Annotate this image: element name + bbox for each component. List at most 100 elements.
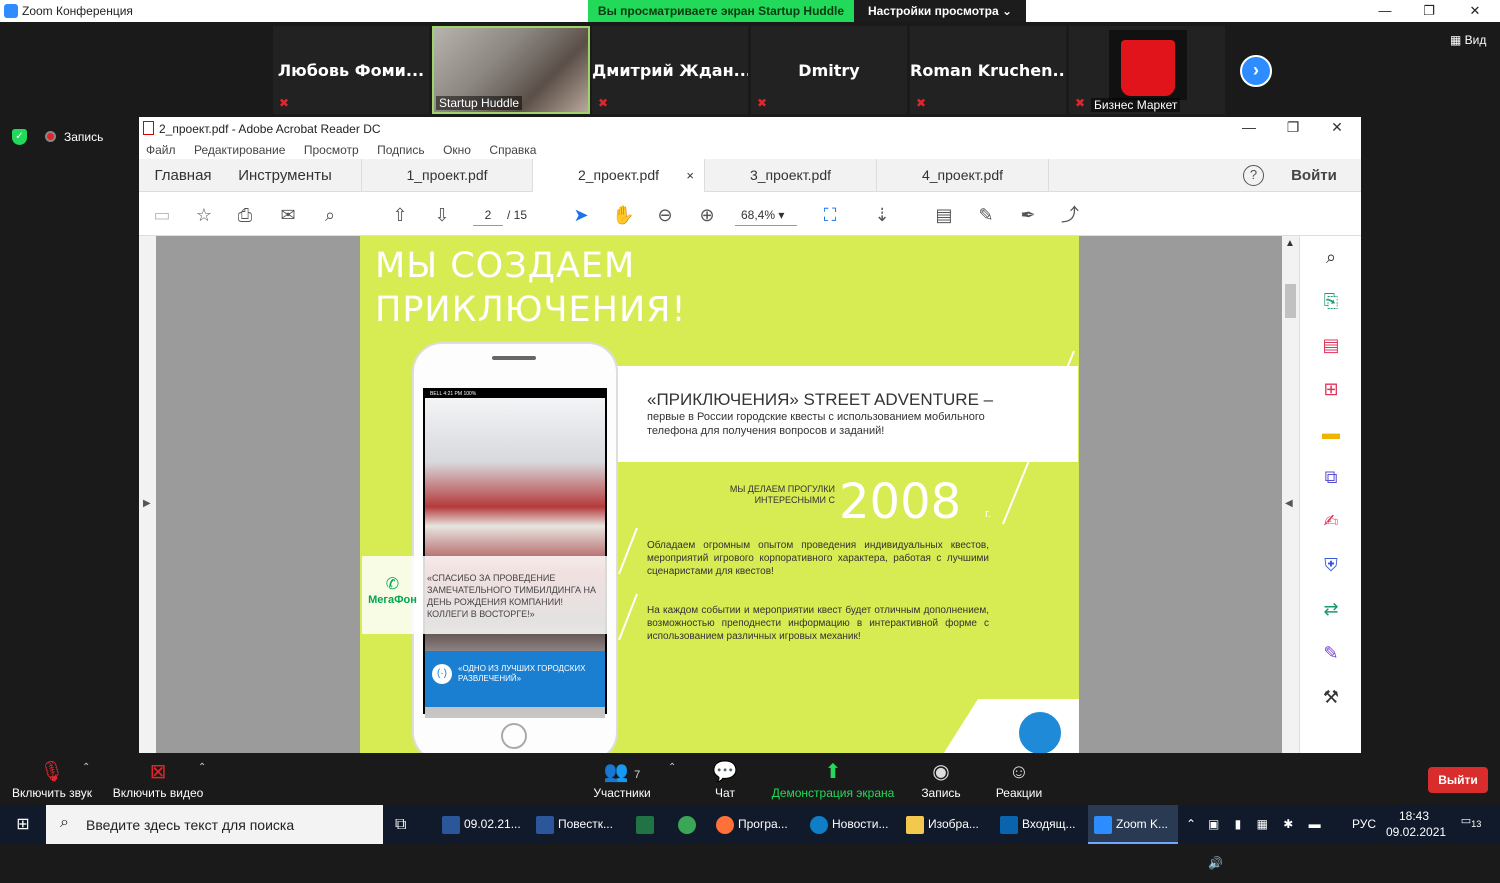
tab-doc-4[interactable]: 4_проект.pdf: [877, 159, 1049, 192]
request-sign-icon[interactable]: ✎: [1318, 640, 1344, 666]
notifications-icon[interactable]: ▭13: [1460, 814, 1482, 834]
acrobat-window: 2_проект.pdf - Adobe Acrobat Reader DC —…: [139, 117, 1361, 753]
taskbar-app-globe[interactable]: [672, 805, 702, 844]
fill-sign-icon[interactable]: ✍: [1318, 508, 1344, 534]
fit-page-icon[interactable]: ⛶: [819, 204, 841, 226]
taskbar-app-excel[interactable]: [630, 805, 660, 844]
view-button[interactable]: ▦ Вид: [1450, 33, 1486, 47]
taskbar-app-photos[interactable]: Изобра...: [900, 805, 992, 844]
select-cursor-icon[interactable]: ➤: [570, 204, 592, 226]
mic-muted-icon: ✖: [279, 96, 290, 110]
since-year: 2008: [839, 474, 962, 530]
taskbar-search[interactable]: ⌕ Введите здесь текст для поиска: [46, 805, 383, 844]
participant-tile[interactable]: ✖ Бизнес Маркет: [1069, 26, 1225, 114]
input-language[interactable]: РУС: [1352, 805, 1382, 844]
taskbar-clock[interactable]: 18:43 09.02.2021: [1386, 808, 1446, 840]
taskbar-app-firefox[interactable]: Програ...: [710, 805, 802, 844]
record-button[interactable]: ◉ Запись: [912, 758, 970, 800]
task-view-icon[interactable]: ⧉: [395, 805, 419, 844]
menu-file[interactable]: Файл: [146, 143, 176, 157]
tab-doc-2[interactable]: 2_проект.pdf ×: [533, 159, 705, 192]
help-icon[interactable]: ?: [1243, 165, 1264, 186]
leave-button[interactable]: Выйти: [1428, 767, 1488, 793]
taskbar-app-word-1[interactable]: 09.02.21...: [436, 805, 526, 844]
share-screen-button[interactable]: ⬆ Демонстрация экрана: [768, 758, 898, 800]
acrobat-titlebar: 2_проект.pdf - Adobe Acrobat Reader DC —…: [139, 117, 1361, 141]
unmute-label: Включить звук: [11, 786, 93, 800]
menu-view[interactable]: Просмотр: [304, 143, 359, 157]
menu-help[interactable]: Справка: [489, 143, 536, 157]
next-page-arrow-icon[interactable]: ›: [1240, 55, 1272, 87]
page-number-input[interactable]: 2: [473, 204, 503, 226]
share-banner: Вы просматриваете экран Startup Huddle: [588, 0, 854, 22]
print-icon[interactable]: ⎙: [234, 204, 256, 226]
prev-page-icon[interactable]: ⇧: [389, 204, 411, 226]
scroll-mode-icon[interactable]: ⇣: [871, 204, 893, 226]
close-icon[interactable]: ✕: [1315, 119, 1359, 136]
maximize-icon[interactable]: ❐: [1406, 0, 1452, 22]
menu-sign[interactable]: Подпись: [377, 143, 425, 157]
save-icon[interactable]: ▭: [151, 204, 173, 226]
participant-tile[interactable]: Dmitry ✖: [751, 26, 907, 114]
enhance-scan-icon[interactable]: ⌕: [1318, 244, 1344, 270]
organize-pages-icon[interactable]: ▤: [1318, 332, 1344, 358]
signin-button[interactable]: Войти: [1279, 159, 1349, 192]
minimize-icon[interactable]: —: [1227, 119, 1271, 135]
zoom-in-icon[interactable]: ⊕: [696, 204, 718, 226]
tab-doc-3[interactable]: 3_проект.pdf: [705, 159, 877, 192]
taskbar-app-zoom[interactable]: Zoom K...: [1088, 805, 1178, 844]
video-caret-icon[interactable]: ⌃: [198, 762, 206, 773]
tab-home[interactable]: Главная: [139, 159, 227, 192]
share-tool-icon[interactable]: ⤴: [1059, 204, 1081, 226]
comment-tool-icon[interactable]: ▬: [1318, 420, 1344, 446]
bookmark-star-icon[interactable]: ☆: [193, 204, 215, 226]
chat-button[interactable]: 💬 Чат: [700, 758, 750, 800]
vertical-scrollbar[interactable]: ▲ ◀: [1282, 236, 1299, 753]
security-shield-icon[interactable]: ✓: [12, 129, 27, 145]
highlight-pen-icon[interactable]: ✎: [975, 204, 997, 226]
hand-tool-icon[interactable]: ✋: [612, 204, 634, 226]
export-pdf-icon[interactable]: ⎘: [1318, 288, 1344, 314]
restore-icon[interactable]: ❐: [1271, 119, 1315, 136]
menu-window[interactable]: Окно: [443, 143, 471, 157]
close-icon[interactable]: ✕: [1452, 0, 1498, 22]
tray-icons[interactable]: ▣ ▮ ▦ ✱ ▬ 🔊: [1208, 805, 1348, 870]
create-pdf-icon[interactable]: ⊞: [1318, 376, 1344, 402]
scrollbar-thumb[interactable]: [1285, 284, 1296, 318]
more-tools-icon[interactable]: ⚒: [1318, 684, 1344, 710]
comment-icon[interactable]: ▤: [933, 204, 955, 226]
participant-tile[interactable]: Любовь Фоми... ✖: [273, 26, 429, 114]
zoom-out-icon[interactable]: ⊖: [654, 204, 676, 226]
megafon-logo: ✆ МегаФон: [365, 574, 420, 606]
audio-caret-icon[interactable]: ⌃: [82, 762, 90, 773]
sign-icon[interactable]: ✒: [1017, 204, 1039, 226]
taskbar-app-word-2[interactable]: Повестк...: [530, 805, 620, 844]
tab-tools[interactable]: Инструменты: [231, 159, 339, 192]
protect-shield-icon[interactable]: ⛨: [1318, 552, 1344, 578]
send-review-icon[interactable]: ⇄: [1318, 596, 1344, 622]
menu-edit[interactable]: Редактирование: [194, 143, 285, 157]
left-panel-toggle[interactable]: ▶: [139, 236, 156, 753]
taskbar-app-edge[interactable]: Новости...: [804, 805, 896, 844]
tab-close-icon[interactable]: ×: [686, 159, 694, 192]
taskbar-app-outlook[interactable]: Входящ...: [994, 805, 1084, 844]
participants-caret-icon[interactable]: ⌃: [668, 762, 676, 773]
tab-doc-1[interactable]: 1_проект.pdf: [361, 159, 533, 192]
zoom-level-select[interactable]: 68,4% ▾: [735, 204, 797, 226]
search-icon[interactable]: ⌕: [319, 204, 341, 226]
chat-label: Чат: [715, 786, 735, 800]
next-page-icon[interactable]: ⇩: [431, 204, 453, 226]
windows-start-icon[interactable]: ⊞: [0, 805, 46, 844]
view-settings-button[interactable]: Настройки просмотра ⌄: [854, 0, 1026, 22]
start-video-button[interactable]: ⊠ Включить видео: [110, 758, 206, 800]
document-area[interactable]: ▶ МЫ СОЗДАЕМ ПРИКЛЮЧЕНИЯ! «ПРИКЛЮЧЕНИЯ» …: [139, 236, 1315, 753]
email-icon[interactable]: ✉: [277, 204, 299, 226]
participant-tile[interactable]: Дмитрий Ждан... ✖: [592, 26, 748, 114]
tray-chevron-icon[interactable]: ⌃: [1186, 805, 1206, 844]
participant-tile[interactable]: Roman Kruchen... ✖: [910, 26, 1066, 114]
participant-tile-video[interactable]: Startup Huddle: [432, 26, 590, 114]
combine-files-icon[interactable]: ⧉: [1318, 464, 1344, 490]
participants-button[interactable]: 👥 7 Участники: [586, 758, 658, 800]
minimize-icon[interactable]: —: [1362, 0, 1408, 22]
reactions-button[interactable]: ☺ Реакции: [990, 758, 1048, 800]
